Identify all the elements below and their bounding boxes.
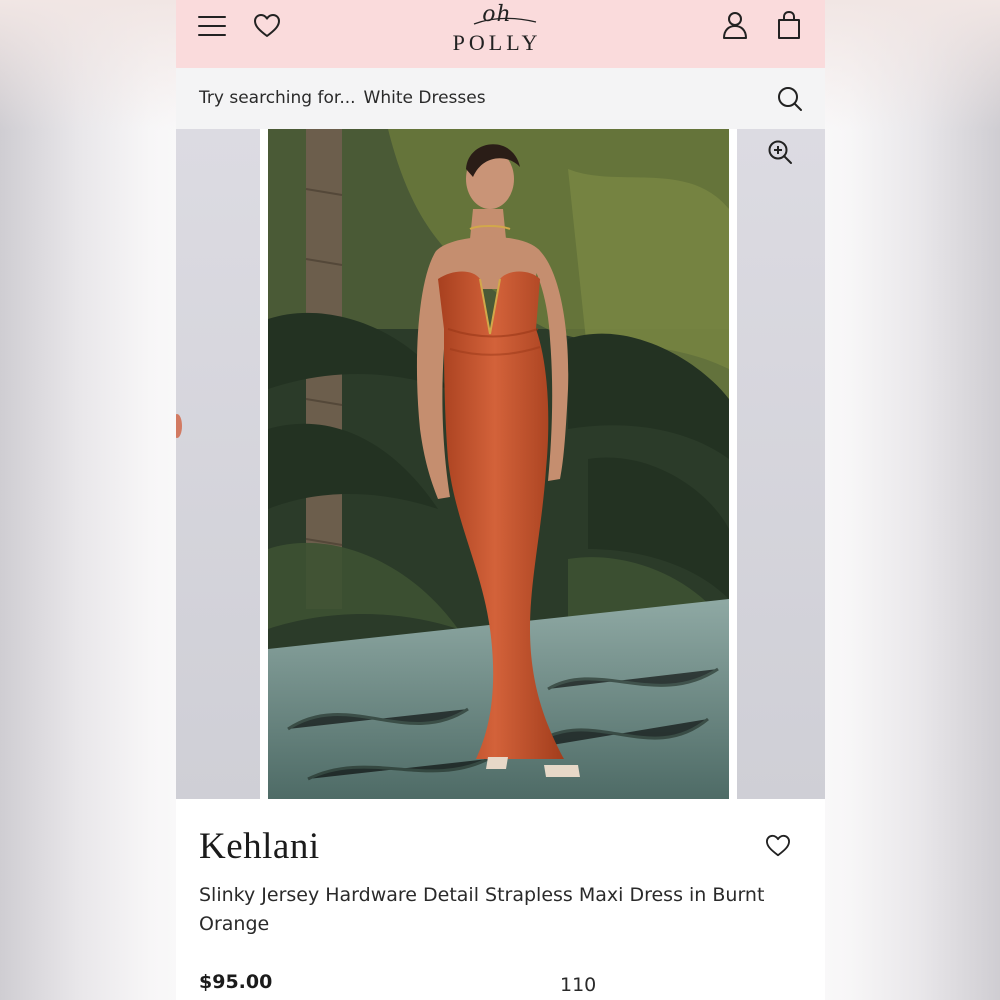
phone-screen: oh POLLY Try searching for... White Dress… [176,0,825,1000]
model-in-dress-photo [268,129,729,799]
previous-image-sliver [176,414,182,438]
logo-text: POLLY [452,30,542,55]
search-prompt: Try searching for... [199,88,356,108]
search-placeholder[interactable]: Try searching for... White Dresses [199,88,486,108]
product-name: Kehlani [199,826,320,867]
product-price: $95.00 [199,971,273,993]
search-icon[interactable] [776,85,804,113]
account-icon[interactable] [719,9,751,41]
zoom-in-icon[interactable] [766,138,794,166]
logo-swash-icon [473,17,537,25]
wishlist-heart-icon[interactable] [764,832,792,860]
next-image-preview[interactable] [737,129,825,799]
brand-logo[interactable]: oh POLLY [434,4,560,60]
menu-icon[interactable] [196,10,228,42]
bag-icon[interactable] [773,9,805,41]
site-header: oh POLLY [176,0,825,68]
product-info: Kehlani Slinky Jersey Hardware Detail St… [176,799,825,1000]
product-image[interactable] [268,129,729,799]
heart-icon[interactable] [251,10,283,42]
product-gallery[interactable] [176,129,825,799]
previous-image-preview[interactable] [176,129,260,799]
product-description: Slinky Jersey Hardware Detail Strapless … [199,884,765,935]
search-suggestion[interactable]: White Dresses [364,88,486,108]
product-count: 110 [560,974,597,996]
search-bar[interactable]: Try searching for... White Dresses [176,68,825,130]
